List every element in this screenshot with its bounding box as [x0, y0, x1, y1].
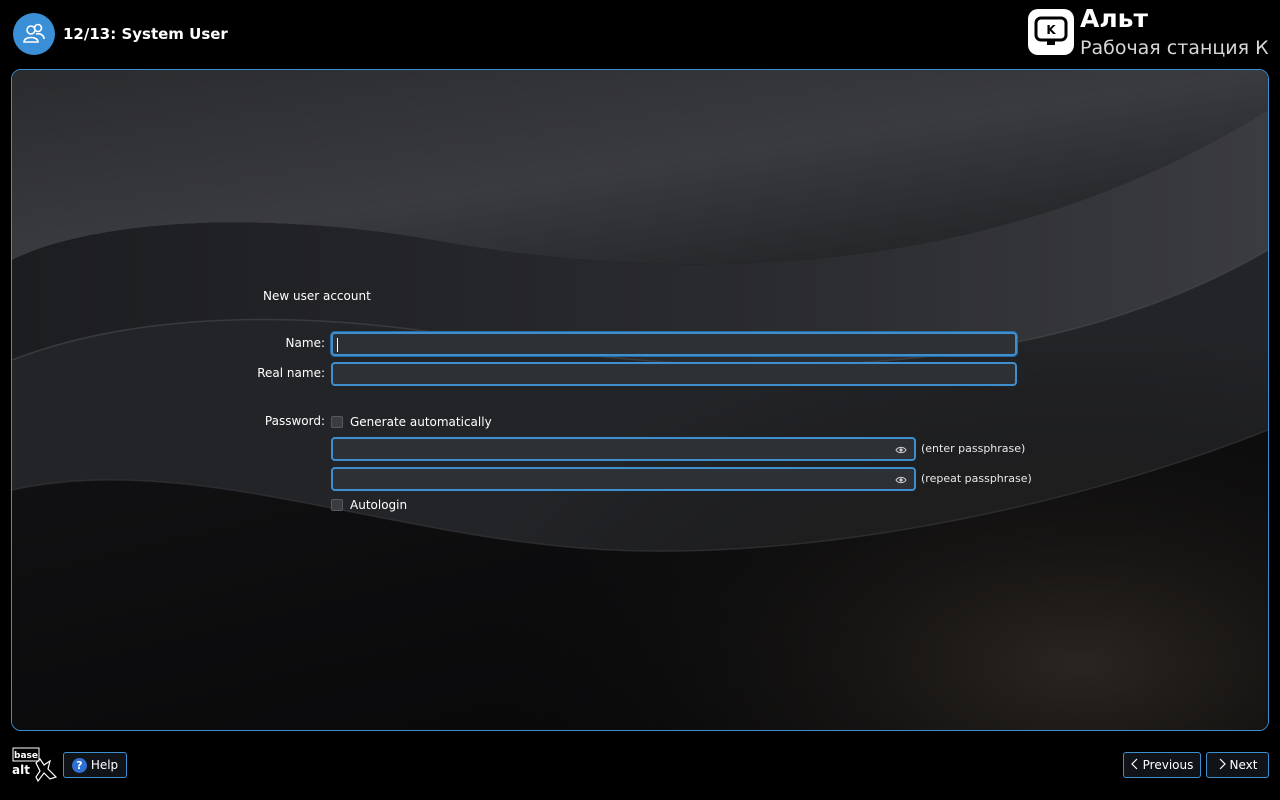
next-button[interactable]: Next: [1206, 752, 1269, 778]
main-panel: New user account Name: Real name: Passwo…: [11, 69, 1269, 731]
previous-button[interactable]: Previous: [1123, 752, 1201, 778]
wallpaper-background: [12, 70, 1268, 730]
step-title: 12/13: System User: [63, 25, 228, 43]
password-label: Password:: [264, 414, 325, 428]
text-caret: [337, 338, 338, 352]
repeat-passphrase-hint: (repeat passphrase): [921, 472, 1032, 485]
passphrase-hint: (enter passphrase): [921, 442, 1026, 455]
help-icon: ?: [71, 757, 87, 773]
users-icon: [13, 13, 55, 55]
passphrase-input[interactable]: [331, 437, 916, 461]
basealt-logo: base alt: [10, 747, 58, 783]
chevron-left-icon: [1130, 758, 1139, 773]
brand-name: Альт: [1080, 4, 1148, 33]
alt-logo-icon: K: [1028, 9, 1074, 55]
name-input[interactable]: [331, 332, 1017, 356]
brand-logo-letter: K: [1046, 23, 1056, 37]
autologin-checkbox[interactable]: [331, 499, 343, 511]
previous-button-label: Previous: [1142, 758, 1194, 772]
help-button[interactable]: ? Help: [63, 752, 127, 778]
next-button-label: Next: [1229, 758, 1258, 772]
header: 12/13: System User K Альт Рабочая станци…: [0, 0, 1280, 68]
autologin-label[interactable]: Autologin: [350, 498, 407, 512]
eye-icon[interactable]: [894, 443, 908, 457]
generate-automatically-checkbox[interactable]: [331, 416, 343, 428]
help-button-label: Help: [90, 758, 119, 772]
name-label: Name:: [285, 336, 325, 350]
logo-bottom-text: alt: [12, 763, 30, 777]
repeat-passphrase-input[interactable]: [331, 467, 916, 491]
real-name-label: Real name:: [257, 366, 325, 380]
logo-top-text: base: [14, 751, 38, 761]
brand-edition: Рабочая станция К: [1080, 37, 1269, 59]
section-title: New user account: [263, 289, 371, 303]
eye-icon[interactable]: [894, 473, 908, 487]
real-name-input[interactable]: [331, 362, 1017, 386]
chevron-right-icon: [1218, 758, 1226, 773]
generate-automatically-label[interactable]: Generate automatically: [350, 415, 492, 429]
